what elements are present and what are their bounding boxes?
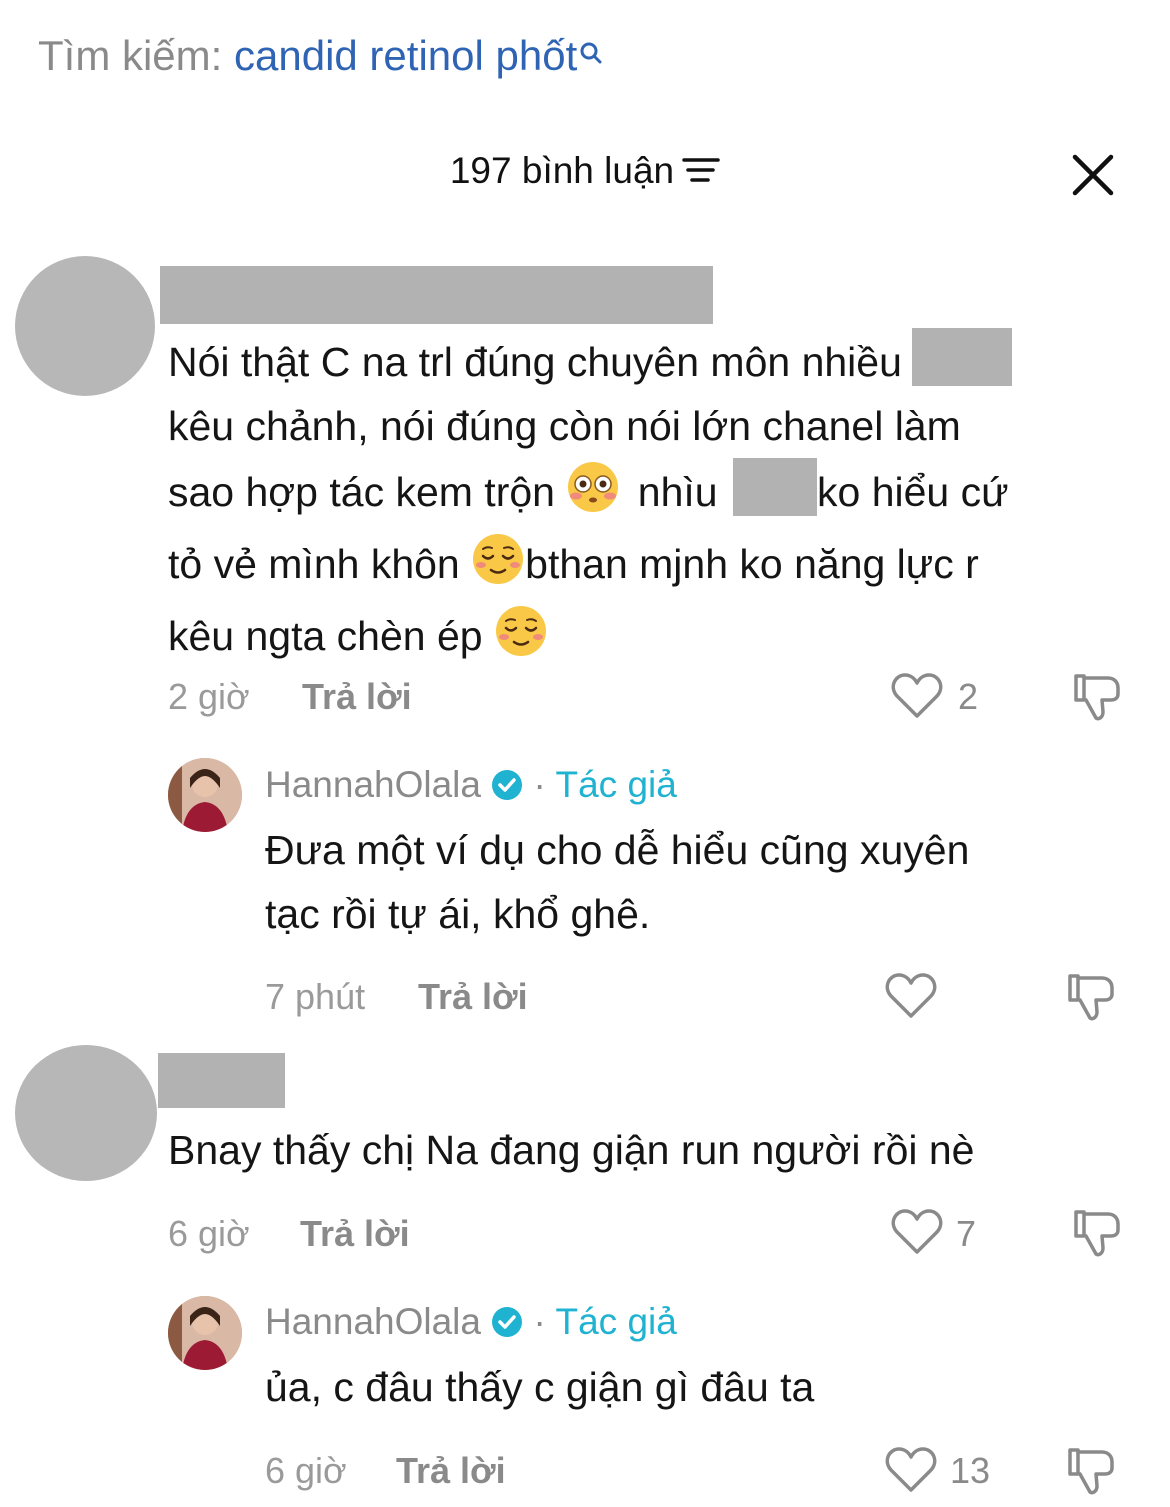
author-username[interactable]: HannahOlala [265,764,481,805]
verified-icon [491,1305,523,1347]
separator-dot: · [533,764,546,805]
like-count: 2 [958,676,979,717]
heart-icon[interactable] [891,1208,943,1261]
author-avatar[interactable] [168,1296,242,1370]
comment-text: Nói thật C na trl đúng chuyên môn nhiều … [168,328,1012,676]
comment-time: 6 giờ [168,1213,250,1254]
dislike-icon[interactable] [1070,1206,1124,1265]
heart-icon[interactable] [885,972,937,1025]
reply-line: tạc rồi tự ái, khổ ghê. [265,891,651,937]
search-label: Tìm kiếm: [38,32,223,79]
author-badge: Tác giả [555,1301,677,1342]
flushed-emoji [566,460,620,532]
verified-icon [491,768,523,810]
reply-button[interactable]: Trả lời [302,676,412,718]
redaction-block [733,458,817,516]
redacted-username[interactable] [160,266,713,324]
comment-count-header: 197 bình luận [0,150,1170,194]
author-badge: Tác giả [555,764,677,805]
reply-header: HannahOlala · Tác giả [265,764,677,810]
heart-icon[interactable] [885,1446,937,1499]
reply-header: HannahOlala · Tác giả [265,1301,677,1347]
dislike-icon[interactable] [1064,1444,1118,1503]
reply-button[interactable]: Trả lời [396,1450,506,1492]
relieved-emoji [471,532,525,604]
comment-line: tỏ vẻ mình khôn [168,541,460,587]
author-avatar[interactable] [168,758,242,832]
comment-line: Bnay thấy chị Na đang giận run người rồi… [168,1127,975,1173]
heart-icon[interactable] [891,672,943,725]
redaction-block [911,328,1012,386]
reply-button[interactable]: Trả lời [418,976,528,1018]
author-username[interactable]: HannahOlala [265,1301,481,1342]
reply-button[interactable]: Trả lời [300,1213,410,1255]
comment-line: nhìu [637,469,718,515]
like-count: 13 [950,1450,991,1491]
comment-line: bthan mjnh ko năng lực r [525,541,979,587]
search-icon[interactable] [579,32,603,80]
reply-line: ủa, c đâu thấy c giận gì đâu ta [265,1364,815,1410]
avatar[interactable] [15,1045,157,1181]
comment-time: 2 giờ [168,676,250,717]
dislike-icon[interactable] [1064,970,1118,1029]
comment-line: Nói thật C na trl đúng chuyên môn nhiều [168,339,902,385]
search-bar[interactable]: Tìm kiếm: candid retinol phốt [38,32,603,80]
search-query[interactable]: candid retinol phốt [234,32,577,79]
reply-text: ủa, c đâu thấy c giận gì đâu ta [265,1355,814,1419]
close-icon[interactable] [1068,150,1118,200]
comment-line: kêu chảnh, nói đúng còn nói lớn chanel l… [168,403,961,449]
redacted-username[interactable] [158,1053,285,1108]
comment-count: 197 bình luận [449,150,675,191]
like-count: 7 [956,1213,977,1254]
avatar[interactable] [15,256,155,396]
comment-line: kêu ngta chèn ép [168,613,483,659]
comment-text: Bnay thấy chị Na đang giận run người rồi… [168,1118,975,1182]
reply-time: 7 phút [265,976,366,1017]
relieved-emoji [494,604,548,676]
filter-icon[interactable] [682,152,720,194]
reply-line: Đưa một ví dụ cho dễ hiểu cũng xuyên [265,827,970,873]
separator-dot: · [533,1301,546,1342]
dislike-icon[interactable] [1070,670,1124,729]
comment-line: ko hiểu cứ [817,469,1009,515]
reply-text: Đưa một ví dụ cho dễ hiểu cũng xuyên tạc… [265,818,969,946]
comment-line: sao hợp tác kem trộn [168,469,555,515]
reply-time: 6 giờ [265,1450,347,1491]
